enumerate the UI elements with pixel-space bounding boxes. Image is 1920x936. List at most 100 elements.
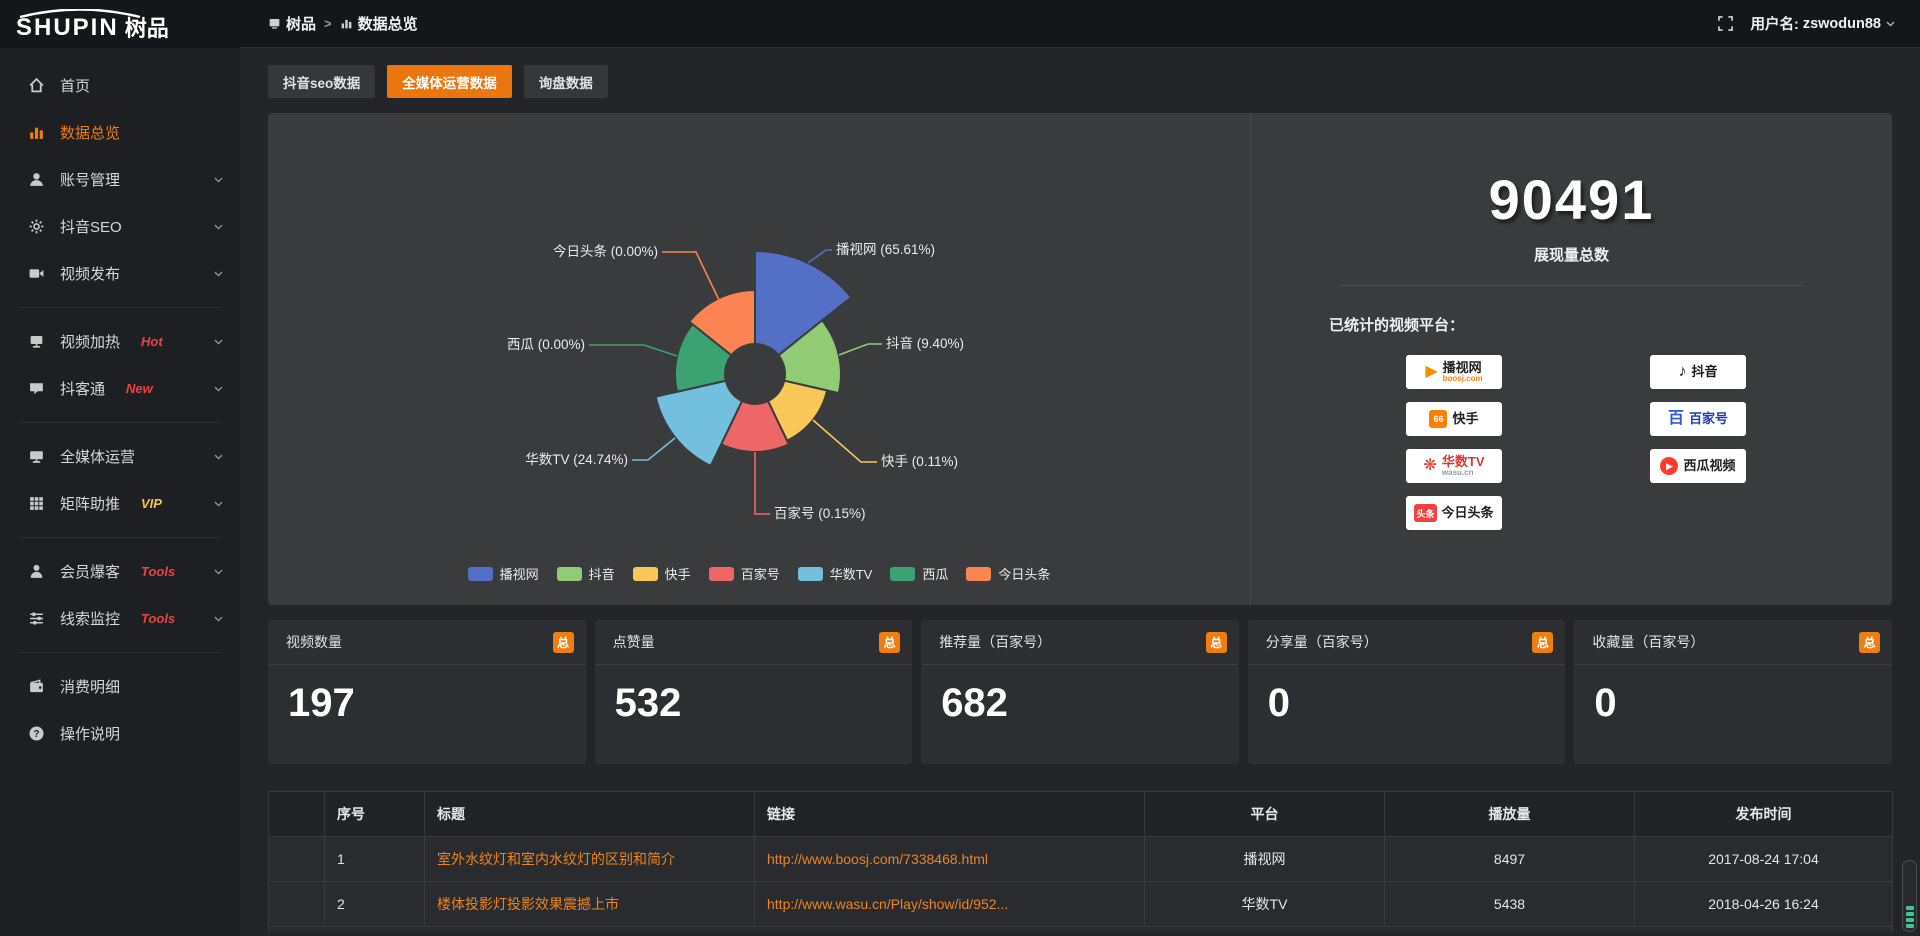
sidebar-item-media-operation[interactable]: 全媒体运营 xyxy=(0,433,240,480)
pie-label-line xyxy=(632,438,675,460)
sidebar-item-expense-detail[interactable]: 消费明细 xyxy=(0,663,240,710)
col-link: 链接 xyxy=(755,792,1145,837)
col-plays: 播放量 xyxy=(1385,792,1635,837)
sidebar-divider xyxy=(18,537,222,538)
legend-swatch xyxy=(468,567,493,581)
sidebar-item-matrix-boost[interactable]: 矩阵助推 VIP xyxy=(0,480,240,527)
legend-label: 华数TV xyxy=(830,564,873,583)
sidebar-item-label: 数据总览 xyxy=(60,122,120,143)
xigua-video-logo-icon: ▶ xyxy=(1660,457,1678,475)
sidebar-item-account-manage[interactable]: 账号管理 xyxy=(0,156,240,203)
rose-pie-chart: 播视网 (65.61%)抖音 (9.40%)快手 (0.11%)百家号 (0.1… xyxy=(268,119,1250,549)
legend-item-2[interactable]: 快手 xyxy=(633,564,691,583)
stat-card-title: 视频数量 xyxy=(286,632,342,652)
stat-card-share-count: 分享量（百家号） 总 0 xyxy=(1248,620,1566,764)
sidebar-item-leads-monitor[interactable]: 线索监控 Tools xyxy=(0,595,240,642)
legend-item-5[interactable]: 西瓜 xyxy=(890,564,948,583)
pie-slice-4[interactable] xyxy=(656,381,742,466)
video-url-link[interactable]: http://www.boosj.com/7338468.html xyxy=(767,851,988,867)
platform-name: 百家号 xyxy=(1689,412,1728,426)
user-icon xyxy=(28,171,45,188)
video-url-link[interactable]: http://www.wasu.cn/Play/show/id/952... xyxy=(767,896,1008,912)
tab-inquiry-data[interactable]: 询盘数据 xyxy=(524,65,608,98)
sidebar-item-member-boke[interactable]: 会员爆客 Tools xyxy=(0,548,240,595)
sidebar-item-video-publish[interactable]: 视频发布 xyxy=(0,250,240,297)
legend-item-0[interactable]: 播视网 xyxy=(468,564,539,583)
legend-item-6[interactable]: 今日头条 xyxy=(966,564,1050,583)
pie-label-line xyxy=(589,345,677,356)
legend-label: 播视网 xyxy=(500,564,539,583)
platform-badge-baijiahao: 百 百家号 xyxy=(1650,402,1746,436)
gear-icon xyxy=(28,218,45,235)
platform-badges: ▶ 播视网 boosj.com 66 快手 ❋ 华数TV wasu.cn 头条 … xyxy=(1251,355,1892,530)
legend-label: 快手 xyxy=(665,564,691,583)
bars-icon xyxy=(340,17,353,30)
sidebar-item-label: 会员爆客 xyxy=(60,561,120,582)
cell-link: http://www.boosj.com/7338468.html xyxy=(755,837,1145,882)
sidebar-item-help[interactable]: ? 操作说明 xyxy=(0,710,240,757)
sidebar-item-douyin-seo[interactable]: 抖音SEO xyxy=(0,203,240,250)
user-menu[interactable]: 用户名: zswodun88 xyxy=(1751,13,1897,34)
legend-item-1[interactable]: 抖音 xyxy=(557,564,615,583)
chat-icon xyxy=(28,380,45,397)
cell-platform: 华数TV xyxy=(1145,882,1385,927)
total-badge[interactable]: 总 xyxy=(1859,632,1880,653)
total-badge[interactable]: 总 xyxy=(1532,632,1553,653)
cell-platform: 播视网 xyxy=(1145,837,1385,882)
platform-name: 快手 xyxy=(1452,412,1478,426)
legend-item-4[interactable]: 华数TV xyxy=(798,564,873,583)
pie-slice-label: 抖音 (9.40%) xyxy=(886,335,964,351)
person-icon xyxy=(28,563,45,580)
col-index: 序号 xyxy=(325,792,425,837)
chevron-down-icon xyxy=(213,221,224,232)
stat-card-like-count: 点赞量 总 532 xyxy=(595,620,913,764)
total-badge[interactable]: 总 xyxy=(553,632,574,653)
heater-icon xyxy=(28,333,45,350)
stat-card-title: 收藏量（百家号） xyxy=(1592,632,1704,652)
tab-media-operation-data[interactable]: 全媒体运营数据 xyxy=(387,65,512,98)
fullscreen-icon[interactable] xyxy=(1718,16,1733,31)
username-label: 用户名: xyxy=(1751,13,1799,34)
video-icon xyxy=(28,265,45,282)
screen-icon xyxy=(268,17,281,30)
sidebar-item-data-overview[interactable]: 数据总览 xyxy=(0,109,240,156)
stat-card-value: 682 xyxy=(921,665,1239,726)
platform-badge-boshiwang: ▶ 播视网 boosj.com xyxy=(1406,355,1502,389)
sidebar-item-home[interactable]: 首页 xyxy=(0,62,240,109)
sidebar-item-tag: Tools xyxy=(141,564,175,579)
impressions-total: 90491 xyxy=(1251,167,1892,232)
breadcrumb-shupin[interactable]: 树品 xyxy=(268,13,316,34)
legend-item-3[interactable]: 百家号 xyxy=(709,564,780,583)
sidebar-item-douketong[interactable]: 抖客通 New xyxy=(0,365,240,412)
total-badge[interactable]: 总 xyxy=(1206,632,1227,653)
breadcrumb: 树品>数据总览 xyxy=(268,13,418,34)
summary-divider xyxy=(1341,285,1803,286)
monitor-icon xyxy=(28,448,45,465)
scroll-indicator-widget[interactable] xyxy=(1902,860,1917,932)
legend-swatch xyxy=(798,567,823,581)
pie-label-line xyxy=(839,344,882,355)
app-logo[interactable]: SHUPIN 树品 xyxy=(0,9,240,40)
sidebar-item-label: 抖客通 xyxy=(60,378,105,399)
sidebar-divider xyxy=(18,652,222,653)
toutiao-logo-icon: 头条 xyxy=(1414,504,1436,522)
breadcrumb-data-overview[interactable]: 数据总览 xyxy=(340,13,418,34)
baijiahao-logo-icon: 百 xyxy=(1668,411,1684,427)
chevron-down-icon xyxy=(213,566,224,577)
stat-card-value: 0 xyxy=(1574,665,1892,726)
total-badge[interactable]: 总 xyxy=(879,632,900,653)
sidebar-item-label: 矩阵助推 xyxy=(60,493,120,514)
sidebar-item-video-heat[interactable]: 视频加热 Hot xyxy=(0,318,240,365)
video-title-link[interactable]: 室外水纹灯和室内水纹灯的区别和简介 xyxy=(437,851,675,867)
cell-plays: 8497 xyxy=(1385,837,1635,882)
table-row-cutoff xyxy=(269,927,1893,933)
tab-douyin-seo-data[interactable]: 抖音seo数据 xyxy=(268,65,375,98)
video-table-wrap: 序号 标题 链接 平台 播放量 发布时间 1 室外水纹灯和室内水纹灯的区别和简介… xyxy=(268,791,1892,933)
video-title-link[interactable]: 楼体投影灯投影效果震撼上市 xyxy=(437,896,619,912)
home-icon xyxy=(28,77,45,94)
sidebar-item-label: 账号管理 xyxy=(60,169,120,190)
pie-slice-label: 今日头条 (0.00%) xyxy=(553,243,658,259)
legend-label: 今日头条 xyxy=(998,564,1050,583)
legend-label: 西瓜 xyxy=(922,564,948,583)
sidebar-item-label: 视频加热 xyxy=(60,331,120,352)
